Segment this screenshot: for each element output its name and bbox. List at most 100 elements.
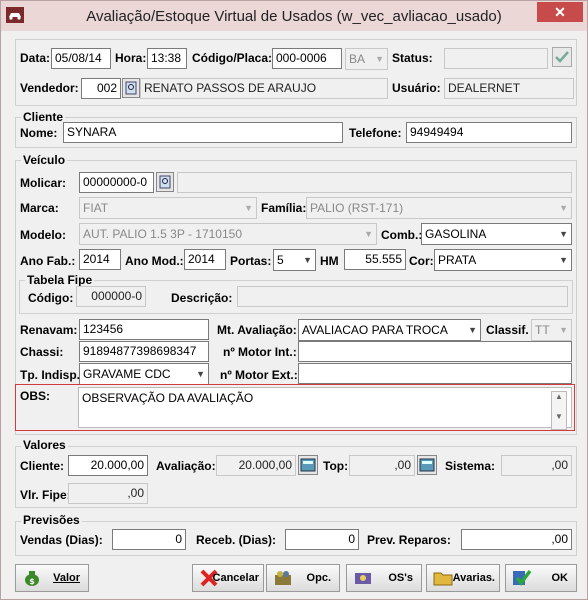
tabela-fipe-title: Tabela Fipe (25, 273, 95, 287)
ok-button[interactable]: OK (505, 564, 577, 592)
cor-label: Cor: (409, 254, 434, 268)
renavam-field[interactable]: 123456 (79, 319, 209, 340)
modelo-value: AUT. PALIO 1.5 3P - 1710150 (83, 227, 242, 241)
chevron-down-icon: ▼ (303, 255, 312, 265)
molicar-field[interactable]: 00000000-0 (79, 172, 154, 193)
opc-button-label: Opc. (306, 572, 331, 584)
chevron-down-icon: ▼ (559, 325, 568, 335)
obs-scrollbar[interactable]: ▲ ▼ (551, 391, 567, 430)
modelo-select[interactable]: AUT. PALIO 1.5 3P - 1710150 ▼ (79, 223, 377, 245)
motor-ext-label: nº Motor Ext.: (220, 368, 298, 382)
chevron-down-icon: ▼ (559, 255, 568, 265)
lookup-icon (159, 175, 171, 189)
options-icon (275, 571, 291, 585)
prev-reparos-field[interactable]: ,00 (461, 529, 572, 550)
classif-value: TT (535, 323, 550, 337)
vendas-dias-field[interactable]: 0 (112, 529, 186, 550)
mt-avaliacao-select[interactable]: AVALIACAO PARA TROCA ▼ (298, 319, 481, 341)
classif-select[interactable]: TT ▼ (531, 319, 572, 341)
codigo-placa-field[interactable]: 000-0006 (272, 48, 342, 69)
vendedor-code-field[interactable]: 002 (81, 78, 121, 99)
avaliacao-calc-button[interactable] (298, 455, 318, 475)
familia-value: PALIO (RST-171) (310, 201, 404, 215)
valor-top-field: ,00 (349, 455, 415, 476)
window-title: Avaliação/Estoque Virtual de Usados (w_v… (86, 8, 502, 25)
oss-button[interactable]: OS's (346, 564, 422, 592)
obs-area: OBS: OBSERVAÇÃO DA AVALIAÇÃO ▲ ▼ (15, 384, 575, 431)
motor-int-label: nº Motor Int.: (223, 345, 297, 359)
receb-dias-field[interactable]: 0 (285, 529, 359, 550)
ano-fab-label: Ano Fab.: (20, 254, 76, 268)
top-calc-button[interactable] (417, 455, 437, 475)
status-check-button[interactable] (552, 47, 572, 67)
valor-sistema-field: ,00 (501, 455, 572, 476)
obs-label: OBS: (20, 389, 50, 403)
cancelar-button-label: Cancelar (212, 572, 259, 584)
obs-textarea[interactable]: OBSERVAÇÃO DA AVALIAÇÃO ▲ ▼ (78, 387, 572, 430)
close-button[interactable]: ✕ (537, 2, 583, 22)
molicar-description-field (177, 172, 572, 193)
avarias-button-label: Avarias. (452, 572, 495, 584)
title-bar: Avaliação/Estoque Virtual de Usados (w_v… (1, 1, 587, 31)
status-field (444, 48, 548, 69)
ano-mod-field[interactable]: 2014 (184, 249, 226, 270)
veiculo-section-title: Veículo (21, 153, 68, 167)
valor-button-label: Valor (53, 572, 80, 584)
motor-int-field[interactable] (298, 341, 572, 362)
prev-reparos-label: Prev. Reparos: (367, 533, 451, 547)
familia-select[interactable]: PALIO (RST-171) ▼ (306, 197, 572, 219)
comb-select[interactable]: GASOLINA ▼ (421, 223, 572, 245)
lookup-icon (125, 81, 137, 95)
fipe-descricao-field (237, 286, 568, 307)
cor-select[interactable]: PRATA ▼ (434, 249, 572, 271)
receb-dias-label: Receb. (Dias): (196, 533, 277, 547)
valor-sistema-label: Sistema: (445, 459, 496, 473)
main-window: Avaliação/Estoque Virtual de Usados (w_v… (0, 0, 588, 600)
cliente-section-title: Cliente (21, 110, 66, 124)
service-order-icon (355, 573, 371, 584)
data-field[interactable]: 05/08/14 (51, 48, 111, 69)
renavam-label: Renavam: (20, 323, 78, 337)
hm-field[interactable]: 55.555 (344, 249, 406, 270)
opc-button[interactable]: Opc. (266, 564, 340, 592)
tp-indisp-value: GRAVAME CDC (83, 367, 171, 381)
telefone-field[interactable]: 94949494 (406, 122, 572, 143)
familia-label: Família: (261, 201, 307, 215)
fipe-codigo-label: Código: (28, 291, 74, 305)
hora-field[interactable]: 13:38 (147, 48, 187, 69)
valor-button[interactable]: $ Valor (15, 564, 89, 592)
molicar-lookup-button[interactable] (156, 172, 174, 192)
oss-button-label: OS's (388, 572, 413, 584)
avarias-button[interactable]: Avarias. (426, 564, 500, 592)
valor-cliente-label: Cliente: (20, 459, 65, 473)
usuario-field: DEALERNET (444, 78, 574, 99)
vendedor-label: Vendedor: (20, 81, 79, 95)
uf-value: BA (349, 52, 366, 66)
hm-label: HM (320, 254, 339, 268)
portas-select[interactable]: 5 ▼ (273, 249, 316, 271)
scroll-down-icon[interactable]: ▼ (552, 412, 566, 421)
mt-avaliacao-value: AVALIACAO PARA TROCA (302, 323, 448, 337)
vendedor-lookup-button[interactable] (122, 78, 140, 98)
tp-indisp-select[interactable]: GRAVAME CDC ▼ (79, 363, 209, 385)
ano-mod-label: Ano Mod.: (125, 254, 184, 268)
nome-field[interactable]: SYNARA (63, 122, 343, 143)
svg-text:$: $ (29, 577, 35, 586)
marca-select[interactable]: FIAT ▼ (79, 197, 257, 219)
chevron-down-icon: ▼ (559, 203, 568, 213)
scroll-up-icon[interactable]: ▲ (552, 392, 566, 401)
chevron-down-icon: ▼ (468, 325, 477, 335)
cancelar-button[interactable]: Cancelar (192, 564, 264, 592)
uf-select[interactable]: BA ▼ (345, 48, 388, 70)
motor-ext-field[interactable] (298, 363, 572, 384)
chevron-down-icon: ▼ (364, 229, 373, 239)
valores-section-title: Valores (21, 438, 68, 452)
calculator-icon (300, 458, 316, 472)
chassi-field[interactable]: 91894877398698347 (79, 341, 209, 362)
valor-cliente-field[interactable]: 20.000,00 (68, 455, 148, 476)
marca-label: Marca: (20, 201, 59, 215)
chevron-down-icon: ▼ (375, 54, 384, 64)
folder-icon (433, 572, 453, 586)
ano-fab-field[interactable]: 2014 (79, 249, 121, 270)
hora-label: Hora: (115, 51, 147, 65)
